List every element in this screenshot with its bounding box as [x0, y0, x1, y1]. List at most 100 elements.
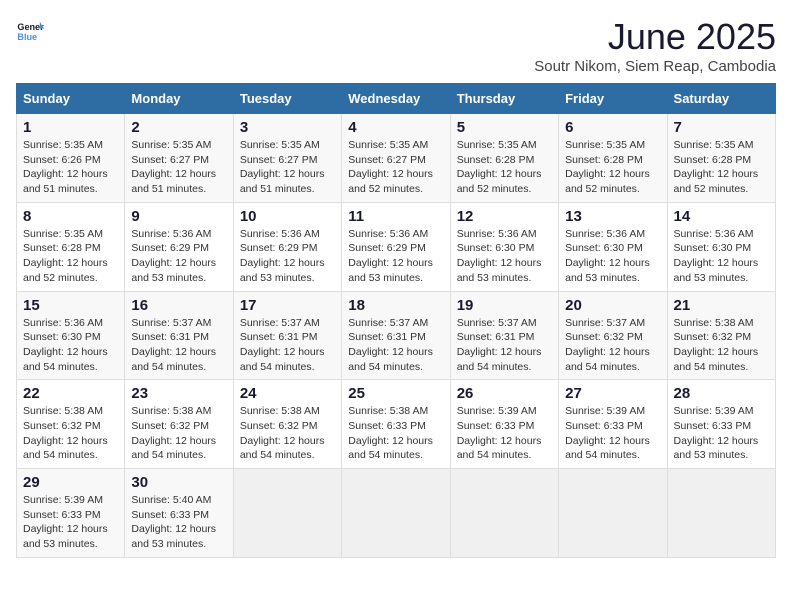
calendar-cell: 2 Sunrise: 5:35 AM Sunset: 6:27 PM Dayli…: [125, 114, 233, 203]
calendar-cell: 13 Sunrise: 5:36 AM Sunset: 6:30 PM Dayl…: [559, 202, 667, 291]
calendar-cell: [667, 469, 775, 558]
day-number: 14: [674, 208, 769, 225]
day-number: 22: [23, 385, 118, 402]
day-number: 23: [131, 385, 226, 402]
day-detail: Sunrise: 5:37 AM Sunset: 6:31 PM Dayligh…: [348, 316, 443, 375]
day-number: 12: [457, 208, 552, 225]
day-detail: Sunrise: 5:37 AM Sunset: 6:31 PM Dayligh…: [131, 316, 226, 375]
calendar-cell: 14 Sunrise: 5:36 AM Sunset: 6:30 PM Dayl…: [667, 202, 775, 291]
header-monday: Monday: [125, 84, 233, 114]
calendar-cell: 9 Sunrise: 5:36 AM Sunset: 6:29 PM Dayli…: [125, 202, 233, 291]
day-number: 13: [565, 208, 660, 225]
calendar-cell: 19 Sunrise: 5:37 AM Sunset: 6:31 PM Dayl…: [450, 291, 558, 380]
day-number: 17: [240, 297, 335, 314]
day-number: 30: [131, 474, 226, 491]
day-detail: Sunrise: 5:37 AM Sunset: 6:31 PM Dayligh…: [240, 316, 335, 375]
day-detail: Sunrise: 5:35 AM Sunset: 6:27 PM Dayligh…: [131, 138, 226, 197]
day-number: 20: [565, 297, 660, 314]
day-detail: Sunrise: 5:37 AM Sunset: 6:32 PM Dayligh…: [565, 316, 660, 375]
header-thursday: Thursday: [450, 84, 558, 114]
calendar-cell: [342, 469, 450, 558]
day-detail: Sunrise: 5:35 AM Sunset: 6:27 PM Dayligh…: [348, 138, 443, 197]
day-number: 8: [23, 208, 118, 225]
calendar-cell: 10 Sunrise: 5:36 AM Sunset: 6:29 PM Dayl…: [233, 202, 341, 291]
day-detail: Sunrise: 5:36 AM Sunset: 6:30 PM Dayligh…: [23, 316, 118, 375]
header-sunday: Sunday: [17, 84, 125, 114]
day-detail: Sunrise: 5:38 AM Sunset: 6:32 PM Dayligh…: [674, 316, 769, 375]
page-title: June 2025: [534, 16, 776, 58]
logo: General Blue: [16, 16, 44, 44]
day-number: 19: [457, 297, 552, 314]
calendar-cell: 7 Sunrise: 5:35 AM Sunset: 6:28 PM Dayli…: [667, 114, 775, 203]
title-area: June 2025 Soutr Nikom, Siem Reap, Cambod…: [534, 16, 776, 75]
calendar-cell: 29 Sunrise: 5:39 AM Sunset: 6:33 PM Dayl…: [17, 469, 125, 558]
calendar-cell: 17 Sunrise: 5:37 AM Sunset: 6:31 PM Dayl…: [233, 291, 341, 380]
day-number: 24: [240, 385, 335, 402]
calendar-cell: 18 Sunrise: 5:37 AM Sunset: 6:31 PM Dayl…: [342, 291, 450, 380]
calendar-table: SundayMondayTuesdayWednesdayThursdayFrid…: [16, 83, 776, 558]
day-detail: Sunrise: 5:36 AM Sunset: 6:29 PM Dayligh…: [348, 227, 443, 286]
day-detail: Sunrise: 5:38 AM Sunset: 6:32 PM Dayligh…: [23, 404, 118, 463]
day-number: 25: [348, 385, 443, 402]
day-detail: Sunrise: 5:35 AM Sunset: 6:28 PM Dayligh…: [565, 138, 660, 197]
day-number: 6: [565, 119, 660, 136]
day-detail: Sunrise: 5:35 AM Sunset: 6:28 PM Dayligh…: [457, 138, 552, 197]
calendar-cell: 3 Sunrise: 5:35 AM Sunset: 6:27 PM Dayli…: [233, 114, 341, 203]
calendar-cell: 22 Sunrise: 5:38 AM Sunset: 6:32 PM Dayl…: [17, 380, 125, 469]
header: General Blue June 2025 Soutr Nikom, Siem…: [16, 16, 776, 75]
calendar-cell: 6 Sunrise: 5:35 AM Sunset: 6:28 PM Dayli…: [559, 114, 667, 203]
day-detail: Sunrise: 5:35 AM Sunset: 6:28 PM Dayligh…: [23, 227, 118, 286]
calendar-cell: [233, 469, 341, 558]
day-detail: Sunrise: 5:39 AM Sunset: 6:33 PM Dayligh…: [457, 404, 552, 463]
header-wednesday: Wednesday: [342, 84, 450, 114]
day-number: 26: [457, 385, 552, 402]
calendar-cell: 15 Sunrise: 5:36 AM Sunset: 6:30 PM Dayl…: [17, 291, 125, 380]
day-number: 3: [240, 119, 335, 136]
svg-text:Blue: Blue: [17, 32, 37, 42]
calendar-cell: 21 Sunrise: 5:38 AM Sunset: 6:32 PM Dayl…: [667, 291, 775, 380]
day-number: 27: [565, 385, 660, 402]
day-detail: Sunrise: 5:40 AM Sunset: 6:33 PM Dayligh…: [131, 493, 226, 552]
day-detail: Sunrise: 5:36 AM Sunset: 6:29 PM Dayligh…: [240, 227, 335, 286]
header-friday: Friday: [559, 84, 667, 114]
day-detail: Sunrise: 5:35 AM Sunset: 6:26 PM Dayligh…: [23, 138, 118, 197]
day-number: 11: [348, 208, 443, 225]
calendar-cell: 5 Sunrise: 5:35 AM Sunset: 6:28 PM Dayli…: [450, 114, 558, 203]
calendar-cell: 26 Sunrise: 5:39 AM Sunset: 6:33 PM Dayl…: [450, 380, 558, 469]
day-number: 7: [674, 119, 769, 136]
day-detail: Sunrise: 5:39 AM Sunset: 6:33 PM Dayligh…: [565, 404, 660, 463]
day-number: 15: [23, 297, 118, 314]
logo-icon: General Blue: [16, 16, 44, 44]
calendar-week-2: 8 Sunrise: 5:35 AM Sunset: 6:28 PM Dayli…: [17, 202, 776, 291]
calendar-cell: [559, 469, 667, 558]
day-detail: Sunrise: 5:38 AM Sunset: 6:33 PM Dayligh…: [348, 404, 443, 463]
day-number: 21: [674, 297, 769, 314]
calendar-cell: 28 Sunrise: 5:39 AM Sunset: 6:33 PM Dayl…: [667, 380, 775, 469]
day-number: 18: [348, 297, 443, 314]
day-number: 10: [240, 208, 335, 225]
day-number: 4: [348, 119, 443, 136]
calendar-cell: 25 Sunrise: 5:38 AM Sunset: 6:33 PM Dayl…: [342, 380, 450, 469]
day-detail: Sunrise: 5:38 AM Sunset: 6:32 PM Dayligh…: [131, 404, 226, 463]
calendar-cell: 8 Sunrise: 5:35 AM Sunset: 6:28 PM Dayli…: [17, 202, 125, 291]
day-detail: Sunrise: 5:36 AM Sunset: 6:29 PM Dayligh…: [131, 227, 226, 286]
day-number: 2: [131, 119, 226, 136]
day-detail: Sunrise: 5:38 AM Sunset: 6:32 PM Dayligh…: [240, 404, 335, 463]
calendar-cell: 23 Sunrise: 5:38 AM Sunset: 6:32 PM Dayl…: [125, 380, 233, 469]
calendar-cell: 30 Sunrise: 5:40 AM Sunset: 6:33 PM Dayl…: [125, 469, 233, 558]
calendar-cell: 4 Sunrise: 5:35 AM Sunset: 6:27 PM Dayli…: [342, 114, 450, 203]
calendar-cell: 24 Sunrise: 5:38 AM Sunset: 6:32 PM Dayl…: [233, 380, 341, 469]
calendar-cell: 16 Sunrise: 5:37 AM Sunset: 6:31 PM Dayl…: [125, 291, 233, 380]
day-detail: Sunrise: 5:35 AM Sunset: 6:28 PM Dayligh…: [674, 138, 769, 197]
header-tuesday: Tuesday: [233, 84, 341, 114]
calendar-week-4: 22 Sunrise: 5:38 AM Sunset: 6:32 PM Dayl…: [17, 380, 776, 469]
calendar-cell: 1 Sunrise: 5:35 AM Sunset: 6:26 PM Dayli…: [17, 114, 125, 203]
day-detail: Sunrise: 5:39 AM Sunset: 6:33 PM Dayligh…: [23, 493, 118, 552]
day-number: 16: [131, 297, 226, 314]
calendar-week-1: 1 Sunrise: 5:35 AM Sunset: 6:26 PM Dayli…: [17, 114, 776, 203]
header-saturday: Saturday: [667, 84, 775, 114]
day-detail: Sunrise: 5:37 AM Sunset: 6:31 PM Dayligh…: [457, 316, 552, 375]
day-detail: Sunrise: 5:36 AM Sunset: 6:30 PM Dayligh…: [457, 227, 552, 286]
day-detail: Sunrise: 5:35 AM Sunset: 6:27 PM Dayligh…: [240, 138, 335, 197]
day-number: 5: [457, 119, 552, 136]
